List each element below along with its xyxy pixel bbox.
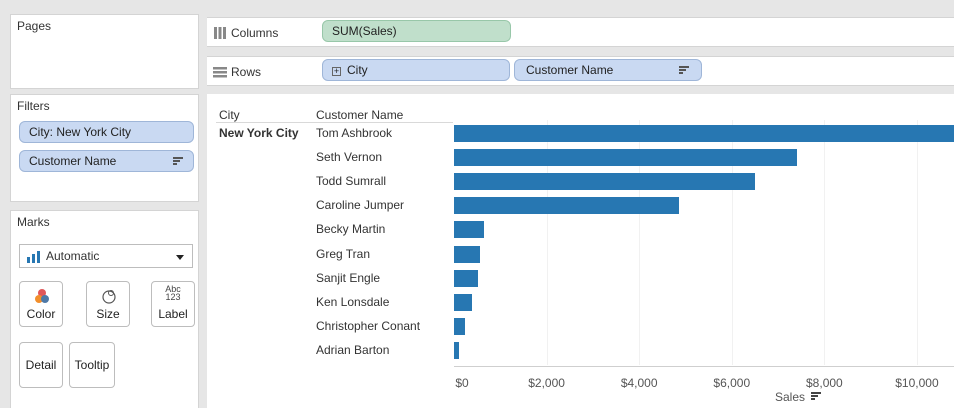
sales-bar[interactable] (454, 125, 954, 142)
detail-button[interactable]: Detail (19, 342, 63, 388)
filter-city-label: City: New York City (29, 125, 132, 139)
chevron-down-icon (176, 255, 184, 260)
city-row-pill[interactable]: + City (322, 59, 510, 81)
customer-name-label: Becky Martin (316, 222, 386, 237)
x-tick-label: $8,000 (806, 376, 843, 390)
x-tick-label: $2,000 (528, 376, 565, 390)
customer-row-label: Customer Name (526, 63, 614, 77)
rows-shelf-label: Rows (213, 65, 261, 79)
sum-sales-label: SUM(Sales) (332, 24, 397, 38)
rows-shelf: Rows + City Customer Name (207, 56, 954, 86)
sales-bar[interactable] (454, 173, 755, 191)
header-underline (216, 122, 453, 123)
marks-title: Marks (17, 215, 50, 229)
customer-row-pill[interactable]: Customer Name (514, 59, 702, 81)
sales-bar[interactable] (454, 293, 473, 311)
x-axis-title: Sales (775, 390, 822, 404)
x-tick-label: $10,000 (895, 376, 939, 390)
filters-card: Filters City: New York City Customer Nam… (10, 94, 199, 202)
color-icon (35, 289, 49, 303)
pages-card: Pages (10, 14, 199, 89)
city-row-label: City (347, 63, 368, 77)
size-label: Size (96, 307, 120, 321)
customer-name-label: Sanjit Engle (316, 270, 381, 285)
sales-bar[interactable] (454, 317, 466, 335)
sort-descending-icon[interactable] (811, 392, 822, 400)
marks-card: Marks Automatic Color Size Abc 123 Label (10, 210, 199, 408)
label-button[interactable]: Abc 123 Label (151, 281, 195, 327)
customer-name-label: Adrian Barton (316, 342, 390, 357)
x-tick-label: $0 (455, 376, 469, 390)
rows-icon (213, 67, 227, 78)
sum-sales-pill[interactable]: SUM(Sales) (322, 20, 511, 42)
customer-name-label: Seth Vernon (316, 150, 383, 165)
tooltip-button[interactable]: Tooltip (69, 342, 115, 388)
expand-plus-icon[interactable]: + (332, 67, 341, 76)
columns-shelf: Columns SUM(Sales) (207, 17, 954, 47)
mark-type-dropdown[interactable]: Automatic (19, 244, 193, 268)
x-tick-label: $4,000 (620, 376, 658, 390)
customer-name-label: Todd Sumrall (316, 174, 387, 189)
sales-bar[interactable] (454, 221, 485, 239)
x-axis-line (454, 366, 954, 367)
size-button[interactable]: Size (86, 281, 130, 327)
city-value: New York City (219, 126, 299, 140)
customer-name-label: Christopher Conant (316, 318, 421, 333)
filter-customer-pill[interactable]: Customer Name (19, 150, 194, 172)
filters-title: Filters (17, 99, 50, 113)
columns-shelf-label: Columns (213, 26, 278, 40)
pages-title: Pages (17, 19, 52, 33)
columns-icon (214, 27, 226, 39)
detail-label: Detail (25, 358, 57, 372)
x-tick-label: $6,000 (713, 376, 751, 390)
city-header: City (219, 108, 240, 122)
customer-name-header: Customer Name (316, 108, 404, 122)
color-label: Color (26, 307, 56, 321)
sort-descending-icon[interactable] (173, 157, 183, 166)
size-icon (102, 290, 116, 304)
color-button[interactable]: Color (19, 281, 63, 327)
x-gridline (916, 120, 918, 365)
customer-name-label: Caroline Jumper (316, 198, 405, 213)
filter-city-pill[interactable]: City: New York City (19, 121, 194, 143)
customer-name-label: Tom Ashbrook (316, 126, 393, 140)
sales-bar[interactable] (454, 149, 797, 167)
mark-type-label: Automatic (46, 249, 100, 263)
sales-bar[interactable] (454, 245, 481, 263)
customer-name-label: Greg Tran (316, 246, 371, 261)
label-icon: Abc 123 (165, 284, 181, 302)
customer-name-label: Ken Lonsdale (316, 294, 390, 309)
bar-chart-icon (27, 251, 40, 263)
sales-bar[interactable] (454, 341, 460, 359)
sales-bar[interactable] (454, 197, 679, 215)
sales-bar[interactable] (454, 269, 479, 287)
label-label: Label (158, 307, 188, 321)
x-gridline (824, 120, 826, 365)
sort-descending-icon[interactable] (679, 66, 689, 75)
filter-customer-label: Customer Name (29, 154, 117, 168)
tooltip-label: Tooltip (74, 358, 110, 372)
